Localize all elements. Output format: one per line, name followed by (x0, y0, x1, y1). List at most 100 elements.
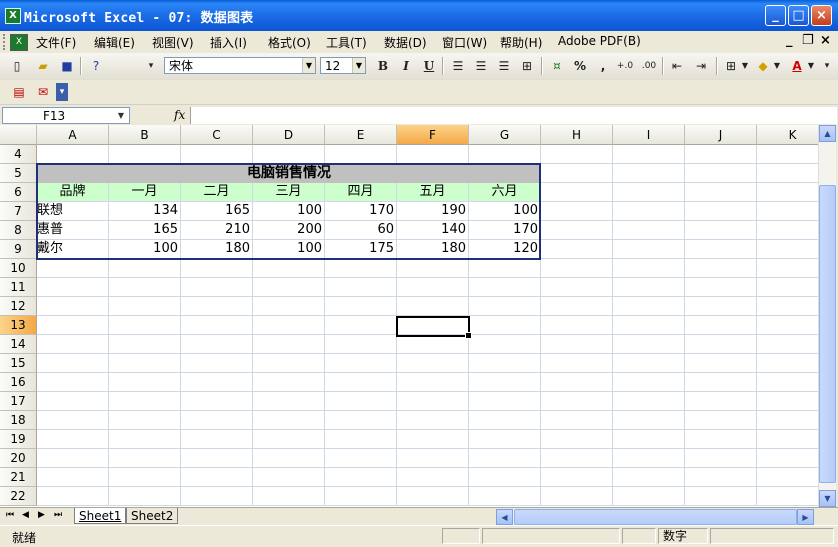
row-header[interactable]: 20 (0, 449, 37, 468)
value-cell[interactable]: 170 (325, 202, 397, 221)
cell[interactable] (253, 468, 325, 487)
cell[interactable] (109, 259, 181, 278)
new-icon[interactable]: ▯ (8, 57, 26, 75)
cell[interactable] (685, 392, 757, 411)
minimize-button[interactable]: _ (765, 5, 786, 26)
borders-icon[interactable]: ⊞ (722, 57, 740, 75)
cell[interactable] (541, 354, 613, 373)
cell[interactable] (757, 411, 818, 430)
cell[interactable] (757, 335, 818, 354)
chevron-down-icon[interactable]: ▼ (806, 57, 816, 75)
cell[interactable] (109, 335, 181, 354)
font-name-select[interactable]: 宋体 ▼ (164, 57, 316, 74)
cell[interactable] (325, 468, 397, 487)
cell[interactable] (181, 373, 253, 392)
value-cell[interactable]: 180 (181, 240, 253, 259)
cell[interactable] (469, 449, 541, 468)
cell[interactable] (397, 411, 469, 430)
value-cell[interactable]: 170 (469, 221, 541, 240)
cell[interactable] (613, 164, 685, 183)
cell[interactable] (325, 487, 397, 506)
cell[interactable] (469, 316, 541, 335)
cell[interactable] (253, 373, 325, 392)
column-header[interactable]: K (757, 125, 818, 145)
cell[interactable] (181, 335, 253, 354)
cell[interactable] (253, 354, 325, 373)
cell[interactable] (613, 449, 685, 468)
cell[interactable] (541, 411, 613, 430)
scroll-up-icon[interactable]: ▲ (819, 125, 836, 142)
cell[interactable] (469, 297, 541, 316)
row-header[interactable]: 14 (0, 335, 37, 354)
menu-help[interactable]: 帮助(H) (500, 34, 542, 51)
cell[interactable] (685, 145, 757, 164)
cell[interactable] (253, 392, 325, 411)
table-header-cell[interactable]: 六月 (469, 183, 541, 202)
cell[interactable] (397, 278, 469, 297)
align-right-icon[interactable]: ☰ (495, 57, 513, 75)
cell[interactable] (37, 259, 109, 278)
cell[interactable] (397, 354, 469, 373)
pdf-convert-icon[interactable]: ▤ (10, 83, 28, 101)
cell[interactable] (757, 487, 818, 506)
cell[interactable] (325, 430, 397, 449)
column-header[interactable]: D (253, 125, 325, 145)
cell[interactable] (397, 297, 469, 316)
fill-color-icon[interactable]: ◆ (754, 57, 772, 75)
column-header-active[interactable]: F (397, 125, 469, 145)
menu-file[interactable]: 文件(F) (36, 34, 76, 51)
formula-input[interactable] (190, 107, 837, 124)
cell[interactable] (757, 430, 818, 449)
cell[interactable] (757, 449, 818, 468)
column-header[interactable]: H (541, 125, 613, 145)
row-header[interactable]: 16 (0, 373, 37, 392)
doc-minimize-button[interactable]: _ (786, 33, 793, 48)
cell[interactable] (325, 335, 397, 354)
cell[interactable] (397, 487, 469, 506)
cell[interactable] (397, 373, 469, 392)
cell[interactable] (37, 354, 109, 373)
cell[interactable] (541, 487, 613, 506)
cell[interactable] (469, 430, 541, 449)
menu-format[interactable]: 格式(O) (268, 34, 311, 51)
cell[interactable] (181, 354, 253, 373)
cell[interactable] (181, 278, 253, 297)
cell[interactable] (37, 449, 109, 468)
fill-handle[interactable] (465, 332, 472, 339)
column-header[interactable]: C (181, 125, 253, 145)
cell[interactable] (253, 297, 325, 316)
cell[interactable] (181, 468, 253, 487)
vertical-scroll-thumb[interactable] (819, 185, 836, 483)
chevron-down-icon[interactable]: ▼ (352, 58, 365, 73)
cell[interactable] (541, 145, 613, 164)
cell[interactable] (685, 278, 757, 297)
cell[interactable] (325, 392, 397, 411)
cell[interactable] (325, 316, 397, 335)
cell[interactable] (325, 259, 397, 278)
cell[interactable] (757, 202, 818, 221)
cell[interactable] (109, 392, 181, 411)
cell[interactable] (37, 335, 109, 354)
cell[interactable] (469, 335, 541, 354)
font-color-icon[interactable]: A (788, 57, 806, 75)
percent-button[interactable]: % (571, 57, 589, 75)
menu-data[interactable]: 数据(D) (384, 34, 427, 51)
cell[interactable] (541, 278, 613, 297)
cell[interactable] (109, 373, 181, 392)
row-header[interactable]: 19 (0, 430, 37, 449)
value-cell[interactable]: 190 (397, 202, 469, 221)
value-cell[interactable]: 175 (325, 240, 397, 259)
open-icon[interactable]: ▰ (34, 57, 52, 75)
cell[interactable] (757, 278, 818, 297)
cell[interactable] (541, 392, 613, 411)
excel-icon[interactable]: X (5, 8, 21, 24)
cell[interactable] (109, 411, 181, 430)
cell[interactable] (541, 335, 613, 354)
column-header[interactable]: E (325, 125, 397, 145)
cell[interactable] (109, 316, 181, 335)
row-header[interactable]: 8 (0, 221, 37, 240)
italic-button[interactable]: I (397, 57, 415, 75)
chevron-down-icon[interactable]: ▼ (740, 57, 750, 75)
row-header[interactable]: 4 (0, 145, 37, 164)
cell[interactable] (109, 354, 181, 373)
